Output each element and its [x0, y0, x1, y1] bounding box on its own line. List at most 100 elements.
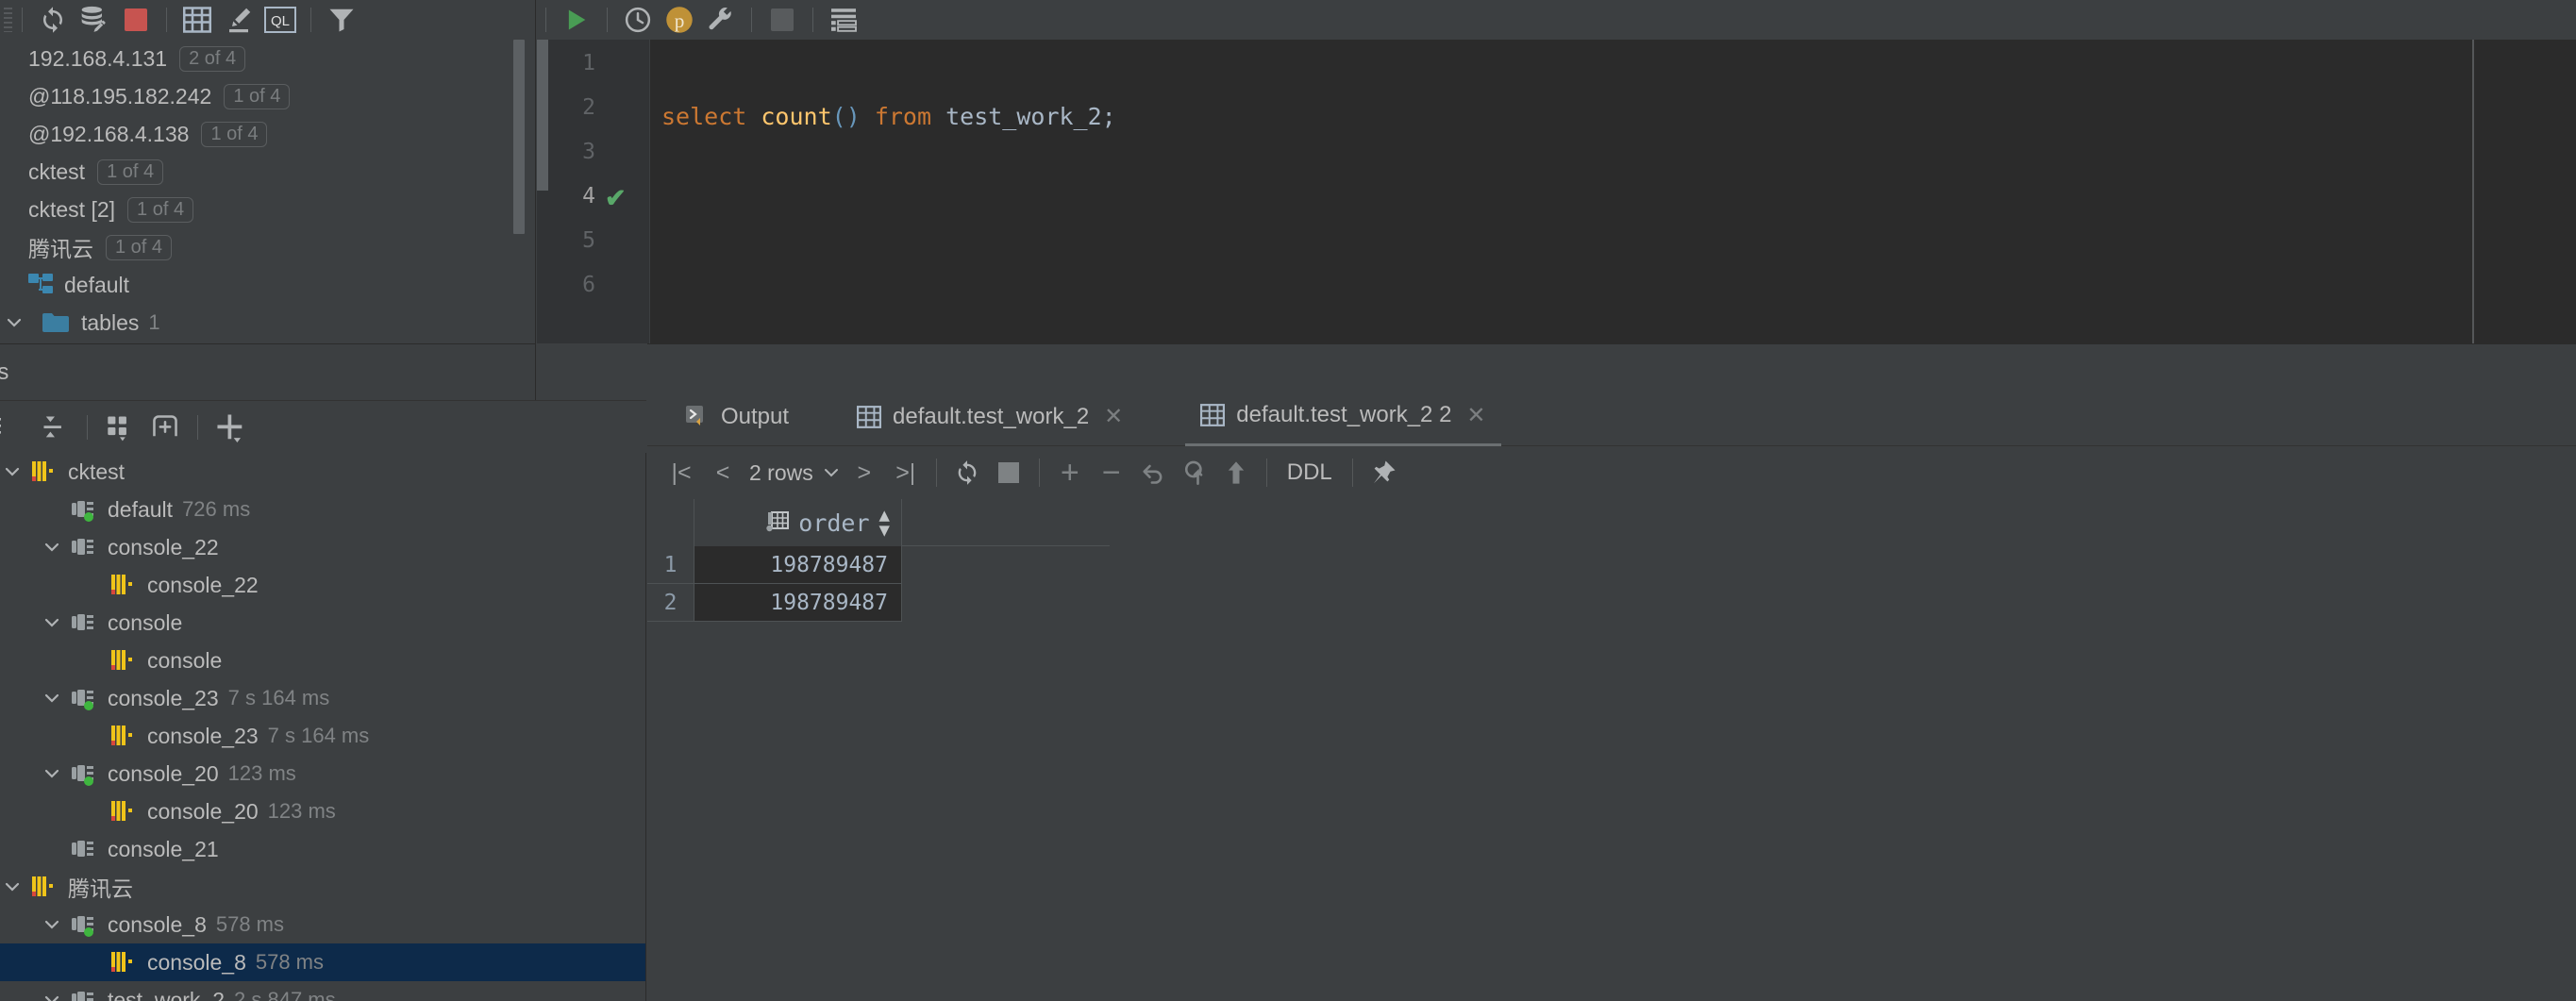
editor-gutter-scrollbar[interactable] — [537, 40, 548, 191]
grid-layout-icon[interactable] — [823, 2, 864, 38]
chevron-down-icon[interactable] — [40, 764, 64, 783]
first-page-button[interactable]: |< — [661, 451, 702, 494]
close-icon[interactable]: ✕ — [1104, 403, 1123, 430]
grid-cell[interactable]: 198789487 — [694, 546, 902, 584]
db-tree-item-badge: 1 of 4 — [97, 158, 164, 185]
pin-icon[interactable] — [1363, 451, 1404, 494]
chevron-down-icon[interactable] — [40, 538, 64, 557]
synchronize-icon[interactable] — [32, 2, 74, 38]
services-tree-item-10[interactable]: console_21 — [0, 830, 645, 868]
query-language-icon[interactable]: QL — [259, 2, 301, 38]
database-explorer-tree[interactable]: 192.168.4.131 2 of 4 @118.195.182.242 1 … — [0, 40, 536, 343]
table-icon — [857, 405, 882, 428]
expand-all-icon[interactable] — [0, 405, 32, 450]
table-row[interactable]: 1 198789487 — [647, 546, 1110, 584]
add-icon[interactable] — [208, 405, 253, 450]
toolbar-drag-handle[interactable] — [4, 8, 12, 32]
close-icon[interactable]: ✕ — [1466, 402, 1485, 429]
tab-default-test-work-2[interactable]: default.test_work_2 ✕ — [842, 388, 1138, 446]
grid-column-header-order[interactable]: order ▲ ▼ — [694, 499, 902, 546]
table-row[interactable]: 2 198789487 — [647, 584, 1110, 622]
console-bars-icon — [30, 876, 57, 898]
services-tree-item-label: test_work_2 — [108, 987, 226, 1001]
result-grid[interactable]: order ▲ ▼ 1 198789487 2 198789487 — [647, 499, 2576, 1001]
services-tree-item-4[interactable]: console — [0, 604, 645, 642]
database-tree-scrollbar[interactable] — [513, 40, 525, 234]
stop-icon[interactable] — [988, 451, 1029, 494]
edit-icon[interactable] — [218, 2, 259, 38]
db-tree-item-0[interactable]: 192.168.4.131 2 of 4 — [0, 40, 535, 77]
services-tree-item-0[interactable]: cktest — [0, 453, 645, 491]
previous-page-button[interactable]: < — [702, 451, 744, 494]
services-tree-item-7[interactable]: console_23 7 s 164 ms — [0, 717, 645, 755]
wrench-icon[interactable] — [700, 2, 742, 38]
db-tree-item-1[interactable]: @118.195.182.242 1 of 4 — [0, 77, 535, 115]
editor-code-area[interactable]: select count() from test_work_2; select … — [650, 40, 2576, 491]
tab-default-test-work-2-2[interactable]: default.test_work_2 2 ✕ — [1185, 388, 1501, 446]
services-tree-item-label: 腾讯云 — [68, 876, 133, 901]
services-tree-item-2[interactable]: console_22 — [0, 528, 645, 566]
db-tree-item-3[interactable]: cktest 1 of 4 — [0, 153, 535, 191]
revert-icon[interactable] — [1132, 451, 1174, 494]
code-line-2[interactable] — [650, 221, 2576, 265]
chevron-down-icon[interactable] — [819, 451, 844, 494]
db-tree-item-label: cktest [2] — [28, 196, 116, 222]
data-source-properties-icon[interactable] — [74, 2, 115, 38]
toolbar-divider-2 — [166, 8, 167, 32]
reload-icon[interactable] — [946, 451, 988, 494]
grid-cell[interactable]: 198789487 — [694, 584, 902, 622]
db-tree-item-4[interactable]: cktest [2] 1 of 4 — [0, 191, 535, 228]
group-by-icon[interactable] — [97, 405, 142, 450]
services-tree-item-5[interactable]: console — [0, 642, 645, 679]
collapse-all-icon[interactable] — [32, 405, 77, 450]
svg-text:p: p — [675, 9, 685, 32]
chevron-down-icon[interactable] — [40, 915, 64, 934]
history-icon[interactable] — [617, 2, 659, 38]
services-tree-item-14[interactable]: test_work_2 2 s 847 ms — [0, 981, 645, 1001]
stop-icon[interactable] — [761, 2, 803, 38]
console-bars-icon — [109, 649, 136, 672]
services-tree-item-11[interactable]: 腾讯云 — [0, 868, 645, 906]
chevron-down-icon[interactable] — [0, 877, 25, 896]
services-tree-item-12[interactable]: console_8 578 ms — [0, 906, 645, 943]
db-tree-item-default[interactable]: default — [0, 266, 535, 304]
services-tree[interactable]: cktest default 726 ms console_22 console_22 c… — [0, 453, 646, 1001]
sort-icon[interactable]: ▲ ▼ — [879, 506, 890, 539]
filter-icon[interactable] — [321, 2, 362, 38]
revert-selected-icon[interactable] — [1174, 451, 1215, 494]
chevron-down-icon[interactable] — [2, 313, 26, 332]
db-tree-item-badge: 1 of 4 — [224, 83, 291, 109]
last-page-button[interactable]: >| — [885, 451, 927, 494]
table-icon[interactable] — [176, 2, 218, 38]
services-tree-item-13[interactable]: console_8 578 ms — [0, 943, 645, 981]
services-tree-item-6[interactable]: console_23 7 s 164 ms — [0, 679, 645, 717]
code-line-1[interactable]: select count() from test_work_2; — [650, 94, 2576, 139]
connected-status-dot — [83, 926, 94, 938]
db-tree-item-2[interactable]: @192.168.4.138 1 of 4 — [0, 115, 535, 153]
services-tree-item-9[interactable]: console_20 123 ms — [0, 792, 645, 830]
ddl-button[interactable]: DDL — [1277, 451, 1343, 494]
add-row-button[interactable]: + — [1049, 451, 1091, 494]
row-count-label[interactable]: 2 rows — [744, 460, 819, 486]
add-tab-icon[interactable] — [142, 405, 188, 450]
services-tree-item-1[interactable]: default 726 ms — [0, 491, 645, 528]
services-tree-item-3[interactable]: console_22 — [0, 566, 645, 604]
chevron-down-icon[interactable] — [40, 991, 64, 1001]
execute-icon[interactable] — [556, 2, 597, 38]
sql-editor[interactable]: 1 2 3 4 5 6 ✔ select count() from test_w… — [537, 40, 2576, 491]
profile-icon[interactable]: p — [659, 2, 700, 38]
db-tree-item-tables[interactable]: tables 1 — [0, 304, 535, 342]
chevron-down-icon[interactable] — [0, 462, 25, 481]
remove-row-button[interactable]: − — [1091, 451, 1132, 494]
chevron-down-icon[interactable] — [40, 613, 64, 632]
next-page-button[interactable]: > — [844, 451, 885, 494]
services-toolbar — [0, 400, 646, 453]
editor-gutter[interactable]: 1 2 3 4 5 6 ✔ — [537, 40, 650, 343]
tab-output[interactable]: Output — [670, 388, 804, 446]
services-tree-item-8[interactable]: console_20 123 ms — [0, 755, 645, 792]
stop-icon[interactable] — [115, 2, 157, 38]
submit-icon[interactable] — [1215, 451, 1257, 494]
db-tree-item-5[interactable]: 腾讯云 1 of 4 — [0, 228, 535, 266]
services-panel-title: es — [0, 359, 9, 385]
chevron-down-icon[interactable] — [40, 689, 64, 708]
